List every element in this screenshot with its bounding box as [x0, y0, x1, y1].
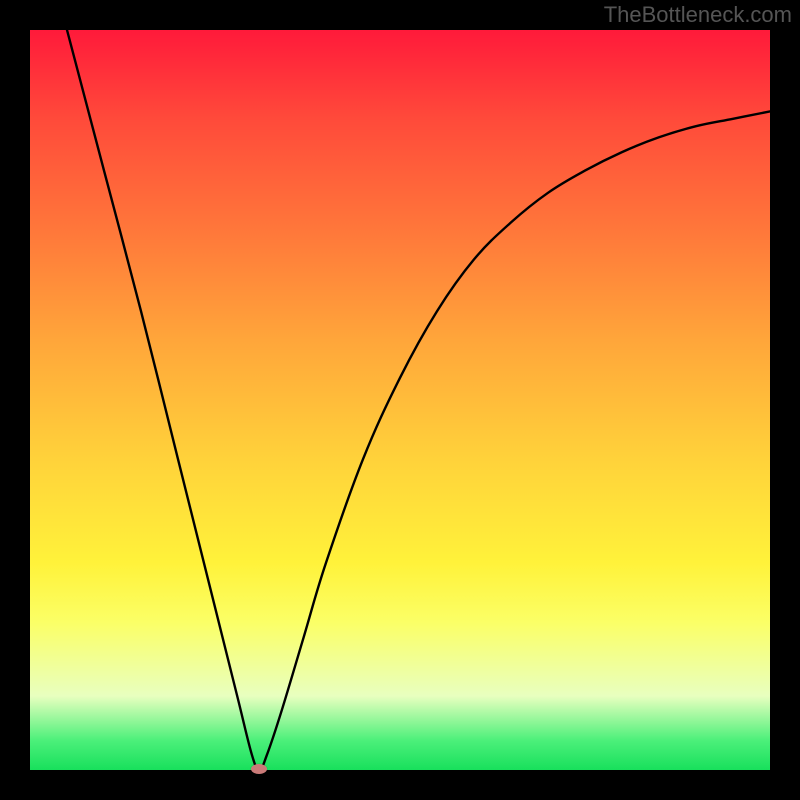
curve-path	[67, 30, 770, 770]
chart-canvas: TheBottleneck.com	[0, 0, 800, 800]
plot-area	[30, 30, 770, 770]
curve-svg	[30, 30, 770, 770]
watermark-label: TheBottleneck.com	[604, 2, 792, 28]
min-marker	[251, 764, 267, 774]
